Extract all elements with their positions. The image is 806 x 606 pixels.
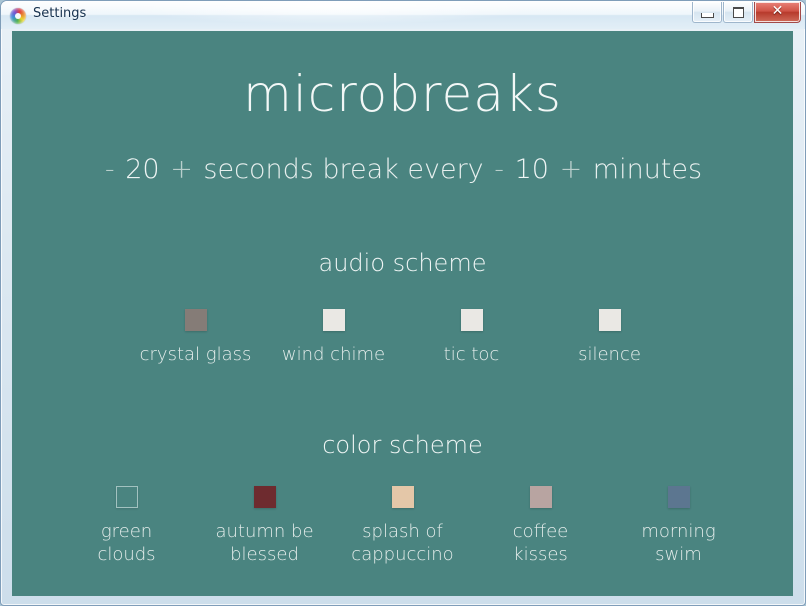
color-scheme-option-label: green clouds (97, 521, 156, 565)
page-title: microbreaks (243, 65, 562, 123)
seconds-value: 20 (125, 154, 160, 185)
color-scheme-option[interactable]: splash of cappuccino (334, 486, 472, 566)
color-scheme-option-label: splash of cappuccino (351, 521, 454, 565)
color-scheme-swatch-icon[interactable] (115, 486, 138, 508)
close-button[interactable]: ✕ (754, 2, 801, 23)
increase-seconds-button[interactable]: + (168, 154, 195, 185)
color-scheme-swatch-icon[interactable] (667, 486, 690, 508)
color-scheme-swatch-icon[interactable] (253, 486, 276, 508)
window-controls: ✕ (692, 2, 801, 23)
color-scheme-option[interactable]: autumn be blessed (196, 486, 334, 566)
color-scheme-option[interactable]: coffee kisses (472, 486, 610, 566)
minutes-label: minutes (592, 154, 703, 185)
decrease-seconds-button[interactable]: - (103, 154, 117, 185)
color-scheme-option-label: morning swim (641, 521, 716, 565)
audio-scheme-swatch-icon[interactable] (598, 309, 621, 331)
audio-scheme-option[interactable]: silence (541, 309, 679, 366)
settings-window: Settings ✕ microbreaks - 20 + seconds br… (0, 0, 806, 606)
audio-scheme-option-label: silence (578, 344, 641, 365)
color-scheme-swatch-icon[interactable] (529, 486, 552, 508)
minimize-button[interactable] (692, 2, 722, 23)
audio-scheme-option[interactable]: wind chime (265, 309, 403, 366)
audio-scheme-option[interactable]: crystal glass (127, 309, 265, 366)
color-scheme-option-label: coffee kisses (512, 521, 569, 565)
interval-settings: - 20 + seconds break every - 10 + minute… (12, 154, 793, 185)
audio-scheme-option-label: tic toc (443, 344, 500, 365)
color-scheme-option[interactable]: morning swim (610, 486, 748, 566)
color-scheme-heading: color scheme (322, 431, 483, 459)
audio-scheme-option[interactable]: tic toc (403, 309, 541, 366)
title-bar[interactable]: Settings ✕ (1, 1, 805, 29)
audio-scheme-swatch-icon[interactable] (460, 309, 483, 331)
window-title: Settings (33, 6, 87, 21)
audio-scheme-options: crystal glass wind chime tic toc silence (12, 309, 793, 366)
app-canvas: microbreaks - 20 + seconds break every -… (12, 31, 793, 596)
close-icon: ✕ (771, 3, 784, 19)
color-scheme-option-label: autumn be blessed (215, 521, 314, 565)
seconds-label: seconds break every (203, 154, 484, 185)
color-scheme-option[interactable]: green clouds (58, 486, 196, 566)
audio-scheme-swatch-icon[interactable] (322, 309, 345, 331)
decrease-minutes-button[interactable]: - (492, 154, 506, 185)
audio-scheme-option-label: crystal glass (139, 344, 252, 365)
audio-scheme-option-label: wind chime (281, 344, 386, 365)
increase-minutes-button[interactable]: + (558, 154, 585, 185)
color-scheme-swatch-icon[interactable] (391, 486, 414, 508)
audio-scheme-heading: audio scheme (318, 249, 487, 277)
app-logo-icon (10, 8, 26, 24)
maximize-button[interactable] (723, 2, 753, 23)
color-scheme-options: green clouds autumn be blessed splash of c… (12, 486, 793, 566)
minutes-value: 10 (514, 154, 549, 185)
titlebar-sheen (121, 1, 541, 25)
audio-scheme-swatch-icon[interactable] (184, 309, 207, 331)
